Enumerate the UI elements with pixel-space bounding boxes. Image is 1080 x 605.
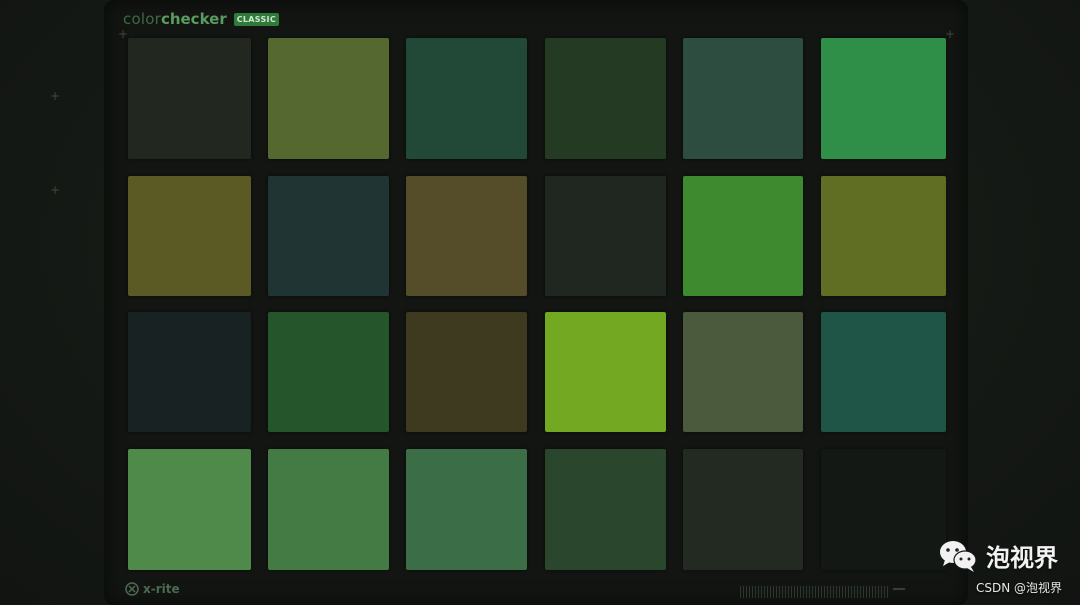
scale-ruler [740,586,890,598]
color-patch [128,176,251,296]
crosshair-icon: + [118,27,129,41]
color-patch [268,38,389,159]
crosshair-icon: + [50,183,61,197]
brand-title-light: color [123,10,161,28]
color-patch [683,176,803,296]
color-patch [545,38,666,159]
brand-title-bold: checker [160,10,227,28]
color-patch [128,38,251,159]
color-patch [268,312,389,432]
color-patch [406,176,527,296]
color-patch [268,176,389,296]
color-patch [268,449,389,570]
xrite-logo-icon [125,582,139,596]
scale-ruler-dash [893,588,905,590]
color-patch [128,449,251,570]
xrite-logo: x-rite [125,582,180,596]
crosshair-icon: + [945,27,956,41]
csdn-credit: CSDN @泡视界 [975,581,1062,595]
color-patch [128,312,251,432]
watermark-name: 泡视界 [986,544,1058,572]
color-patch [545,312,666,432]
color-patch [545,449,666,570]
brand-title: color checker CLASSIC [123,10,279,28]
color-patch [821,312,946,432]
color-patch [406,449,527,570]
color-patch [821,449,946,570]
color-patch [821,176,946,296]
color-patch [821,38,946,159]
wechat-icon [940,540,977,572]
wechat-watermark: 泡视界 [938,538,1058,573]
color-patch [683,38,803,159]
color-checker-photo: color checker CLASSIC + + + + x-rite 泡视界… [0,0,1080,605]
color-patch [406,38,527,159]
xrite-logo-text: x-rite [143,582,180,596]
brand-badge: CLASSIC [233,12,279,26]
crosshair-icon: + [50,89,61,103]
color-patch [683,312,803,432]
color-patch [683,449,803,570]
color-patch [406,312,527,432]
color-patch [545,176,666,296]
